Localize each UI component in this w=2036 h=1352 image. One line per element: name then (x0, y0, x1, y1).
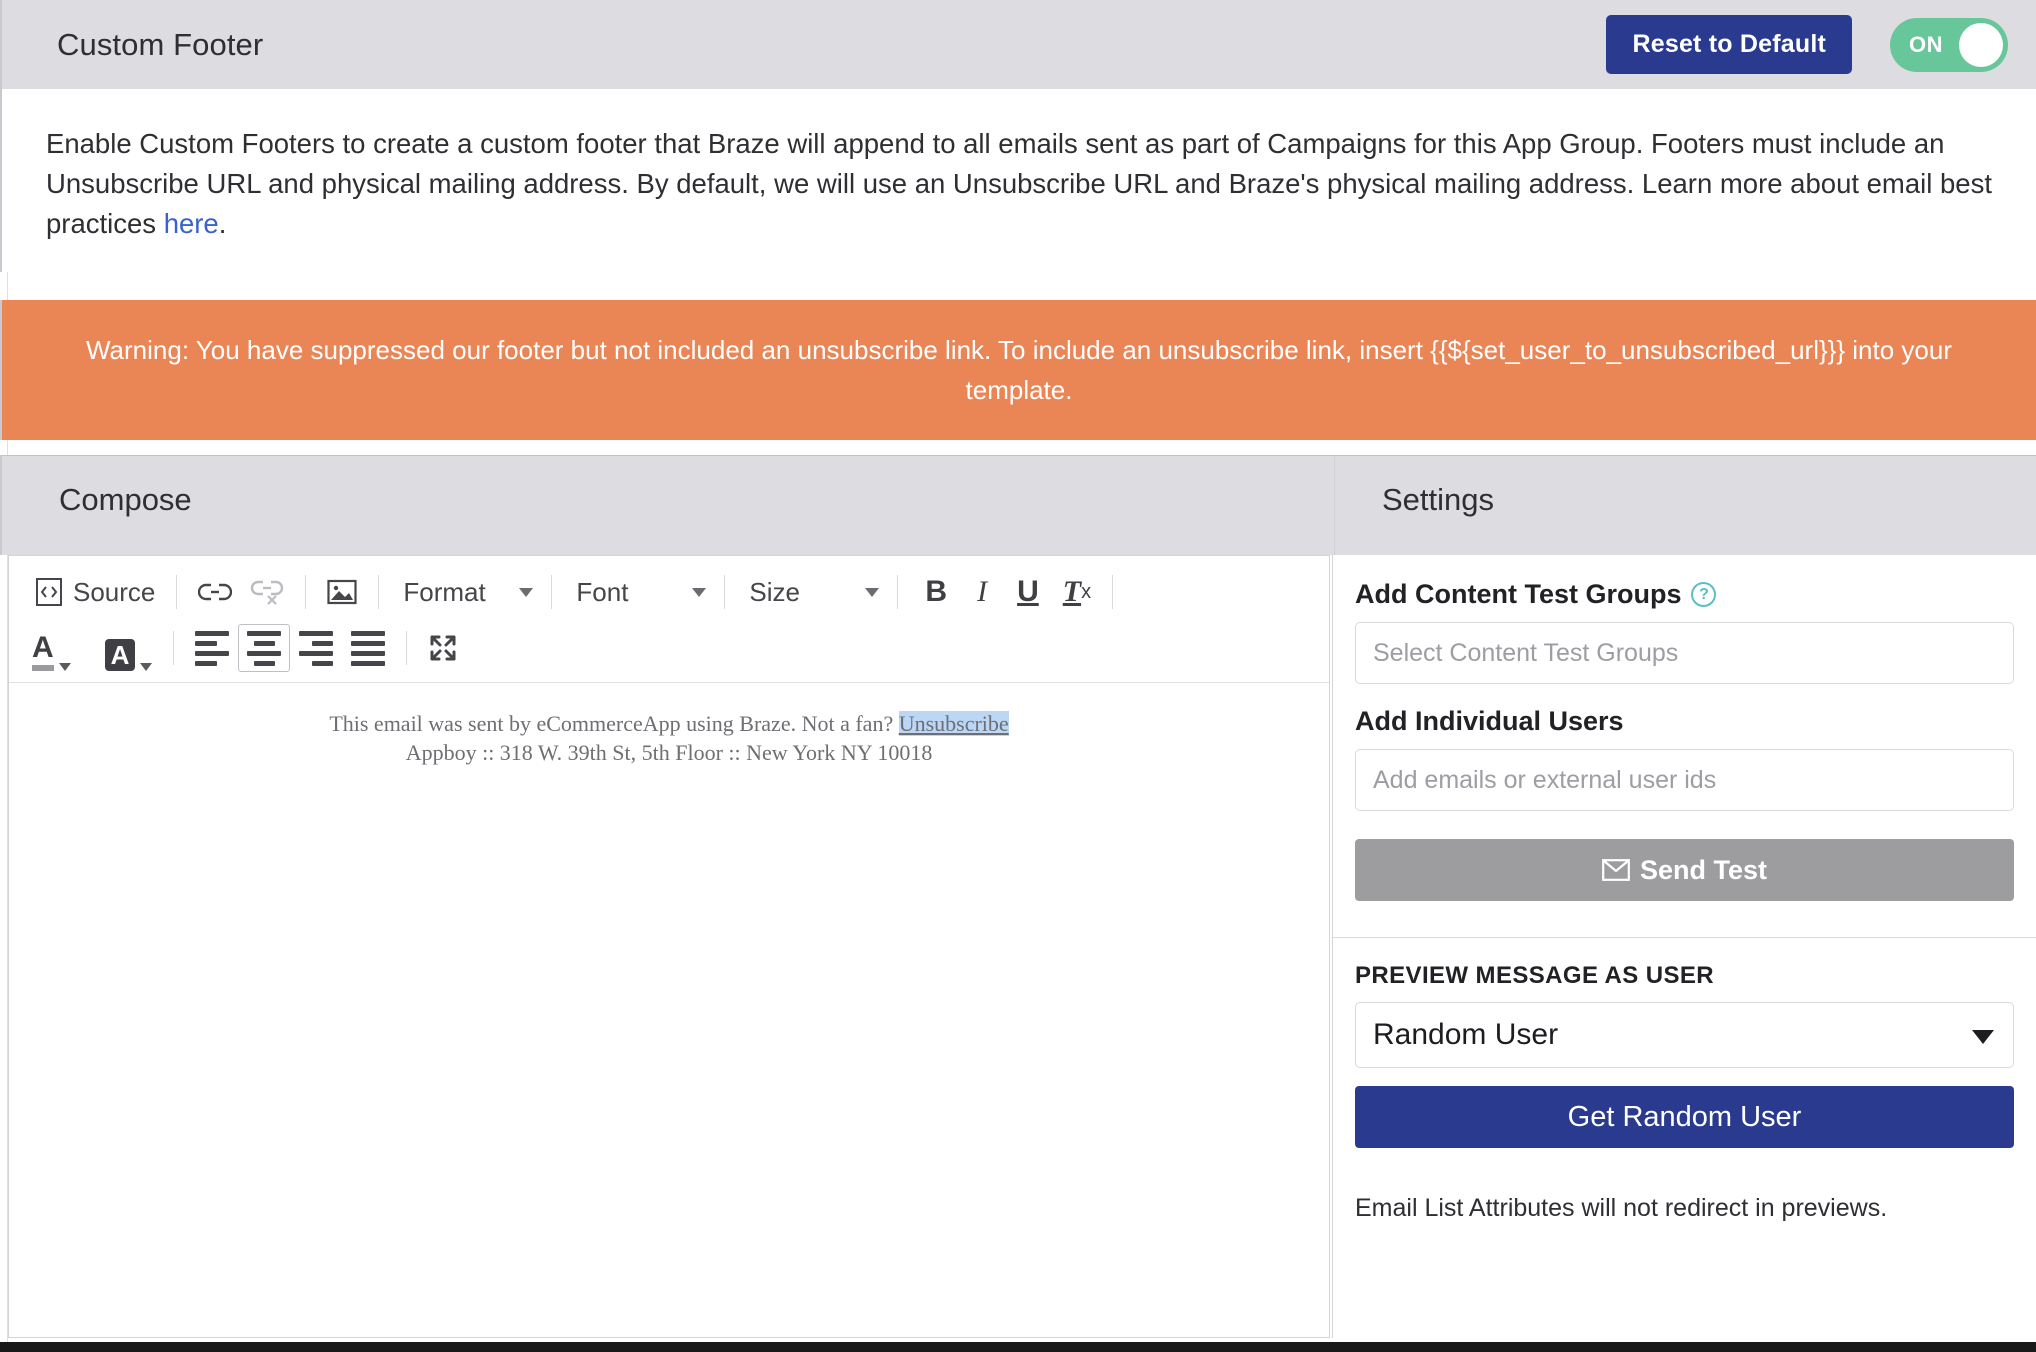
link-icon[interactable] (189, 568, 241, 616)
size-dropdown[interactable]: Size (737, 577, 885, 608)
chevron-down-icon (58, 663, 71, 671)
toolbar-separator (551, 575, 553, 609)
text-color-button[interactable]: A (23, 624, 80, 672)
align-justify-button[interactable] (342, 624, 394, 672)
bold-button[interactable]: B (910, 568, 962, 616)
source-button[interactable]: Source (23, 568, 164, 616)
align-left-button[interactable] (186, 624, 238, 672)
toolbar-row-2: A A (23, 620, 1319, 676)
chevron-down-icon (140, 663, 153, 671)
font-dropdown[interactable]: Font (564, 577, 712, 608)
preview-note: Email List Attributes will not redirect … (1355, 1194, 1888, 1222)
align-right-icon (299, 630, 334, 666)
toolbar-separator (378, 575, 380, 609)
toolbar-separator (724, 575, 726, 609)
page-header: Custom Footer Reset to Default ON (0, 0, 2036, 89)
compose-panel: Source Format Font Size B I U T x A A Th… (8, 555, 1330, 1338)
chevron-down-icon (519, 587, 534, 597)
page-title: Custom Footer (57, 26, 264, 62)
individual-users-label: Add Individual Users (1355, 706, 2014, 737)
preview-heading: PREVIEW MESSAGE AS USER (1355, 962, 1715, 989)
align-center-icon (247, 630, 282, 666)
background-color-button[interactable]: A (96, 624, 162, 672)
description-text-part1: Enable Custom Footers to create a custom… (46, 128, 1992, 239)
toolbar-separator (173, 631, 175, 665)
unlink-icon (241, 568, 293, 616)
unsubscribe-link[interactable]: Unsubscribe (898, 711, 1009, 736)
maximize-icon (430, 635, 456, 661)
description-text: Enable Custom Footers to create a custom… (46, 124, 1992, 244)
warning-banner: Warning: You have suppressed our footer … (0, 300, 2036, 440)
reset-to-default-button[interactable]: Reset to Default (1606, 15, 1852, 74)
image-icon[interactable] (318, 568, 366, 616)
email-footer-line-2: Appboy :: 318 W. 39th St, 5th Floor :: N… (405, 740, 933, 765)
custom-footer-toggle[interactable]: ON (1890, 17, 2008, 72)
font-label: Font (576, 576, 629, 607)
email-footer-text: This email was sent by eCommerceApp usin… (329, 711, 899, 736)
preview-user-selected: Random User (1373, 1018, 1559, 1051)
send-test-button[interactable]: Send Test (1355, 839, 2014, 901)
get-random-user-button[interactable]: Get Random User (1355, 1086, 2014, 1148)
toolbar-separator (1112, 575, 1114, 609)
align-center-button[interactable] (238, 624, 291, 672)
custom-footer-page: Custom Footer Reset to Default ON Enable… (0, 0, 2036, 1352)
envelope-icon (1602, 859, 1630, 881)
align-justify-icon (351, 630, 386, 666)
preview-block: PREVIEW MESSAGE AS USER Random User Get … (1333, 938, 2036, 1223)
email-footer-line-1: This email was sent by eCommerceApp usin… (29, 709, 1309, 738)
maximize-button[interactable] (419, 624, 467, 672)
source-label: Source (73, 576, 156, 607)
bottom-bar (0, 1342, 2036, 1352)
toggle-knob (1959, 22, 2003, 67)
settings-panel: Add Content Test Groups ? Add Individual… (1332, 555, 2036, 1338)
individual-users-input[interactable] (1355, 749, 2014, 811)
toolbar-separator (406, 631, 408, 665)
warning-text: Warning: You have suppressed our footer … (85, 335, 1952, 405)
chevron-down-icon (865, 587, 880, 597)
align-right-button[interactable] (290, 624, 342, 672)
remove-format-button[interactable]: Tx (1054, 568, 1100, 616)
source-code-icon (36, 578, 62, 606)
text-color-label: A (32, 633, 54, 671)
panel-divider (1334, 456, 1335, 555)
settings-heading: Settings (1382, 482, 1495, 517)
description-block: Enable Custom Footers to create a custom… (0, 89, 2036, 272)
format-label: Format (403, 576, 486, 607)
toggle-label: ON (1909, 31, 1943, 57)
help-icon[interactable]: ? (1691, 582, 1717, 607)
preview-user-select-wrap: Random User (1355, 1002, 2014, 1068)
content-test-groups-input[interactable] (1355, 622, 2014, 684)
send-test-block: Add Content Test Groups ? Add Individual… (1333, 555, 2036, 938)
send-test-label: Send Test (1639, 854, 1768, 885)
learn-more-link[interactable]: here (164, 208, 219, 239)
header-actions: Reset to Default ON (1606, 15, 2008, 74)
individual-users-label-text: Add Individual Users (1355, 706, 1624, 736)
panel-headers: Compose Settings (0, 455, 2036, 555)
chevron-down-icon (1972, 1030, 1994, 1044)
background-color-label: A (104, 639, 136, 671)
underline-button[interactable]: U (1002, 568, 1054, 616)
toolbar-separator (176, 575, 178, 609)
chevron-down-icon (692, 587, 707, 597)
content-test-groups-label-text: Add Content Test Groups (1355, 579, 1682, 609)
content-test-groups-label: Add Content Test Groups ? (1355, 579, 2014, 610)
toolbar-separator (897, 575, 899, 609)
align-left-icon (195, 630, 230, 666)
toolbar-row-1: Source Format Font Size B I U T x (23, 564, 1319, 620)
email-editor-body[interactable]: This email was sent by eCommerceApp usin… (9, 683, 1329, 1332)
italic-button[interactable]: I (962, 568, 1002, 616)
description-text-part2: . (218, 208, 227, 239)
format-dropdown[interactable]: Format (391, 577, 539, 608)
preview-user-select[interactable]: Random User (1355, 1002, 2014, 1068)
editor-toolbar: Source Format Font Size B I U T x A A (9, 556, 1329, 683)
size-label: Size (749, 576, 800, 607)
compose-heading: Compose (59, 482, 192, 517)
toolbar-separator (305, 575, 307, 609)
